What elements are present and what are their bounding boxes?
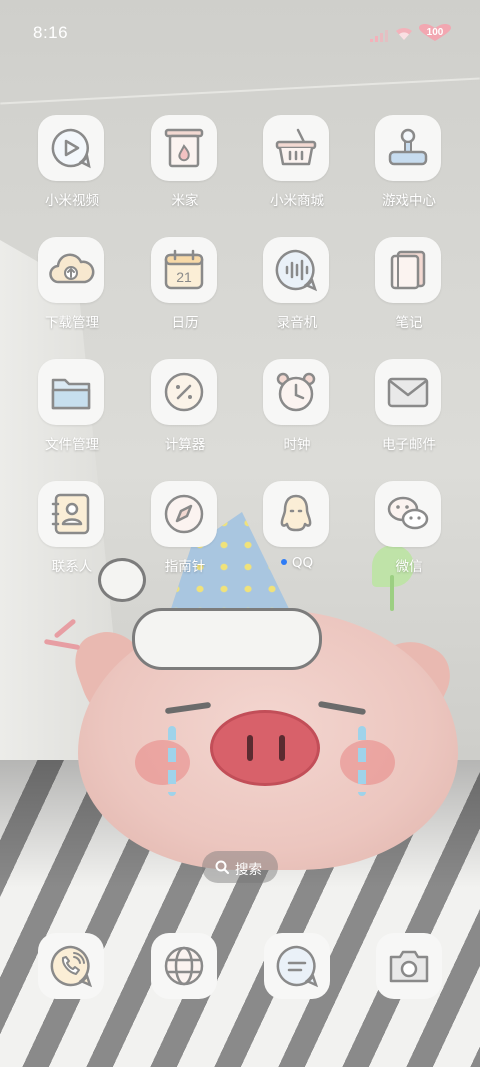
app-icon-box[interactable] [151,481,217,547]
app-icon-box[interactable] [263,115,329,181]
app-icon-box[interactable] [151,359,217,425]
app-label: 文件管理 [45,437,99,453]
dock-icon-box[interactable] [151,933,217,999]
app-qq[interactable]: QQ [242,481,352,591]
pig-snout [210,710,320,786]
app-label: QQ [291,555,314,571]
app-icon-box[interactable] [38,115,104,181]
app-label: 联系人 [51,559,93,575]
status-bar: 8:16 100 [0,0,480,66]
app-label: 时钟 [283,437,311,453]
app-download-manager[interactable]: 下载管理 [17,237,127,347]
app-icon-box[interactable] [263,237,329,303]
app-label-with-dot: QQ [242,555,352,571]
app-contacts[interactable]: 联系人 [17,481,127,591]
voice-recorder-icon [275,249,318,292]
calendar-day: 21 [176,269,192,285]
app-compass[interactable]: 指南针 [130,481,240,591]
qq-penguin-icon [280,494,312,532]
app-icon-box[interactable] [375,481,441,547]
app-label: 小米商城 [270,193,324,209]
folder-icon [51,378,91,410]
app-label: 游戏中心 [382,193,436,209]
shopping-basket-icon [275,128,317,166]
app-icon-box[interactable] [263,359,329,425]
fireplace-home-icon [164,128,204,168]
browser-globe-icon [164,946,204,986]
app-email[interactable]: 电子邮件 [354,359,464,469]
pig-right-tear [358,726,366,796]
battery-icon: 100 [418,24,452,42]
alarm-clock-icon [276,372,316,412]
pig-right-cheek [340,740,395,785]
app-label: 小米视频 [45,193,99,209]
app-label: 计算器 [164,437,206,453]
app-xiaomi-store[interactable]: 小米商城 [242,115,352,225]
update-dot [280,559,287,565]
app-icon-box[interactable] [38,359,104,425]
app-icon-box[interactable] [38,481,104,547]
sleep-hat-brim [132,608,322,670]
app-label: 录音机 [276,315,318,331]
cloud-upload-icon [49,253,95,284]
battery-level: 100 [426,27,444,38]
app-mijia[interactable]: 米家 [130,115,240,225]
app-icon-box[interactable] [263,481,329,547]
messages-icon [276,945,319,988]
status-time: 8:16 [33,23,69,42]
camera-icon [389,950,429,983]
app-wechat[interactable]: 微信 [354,481,464,591]
pig-left-tear [168,726,176,796]
app-clock[interactable]: 时钟 [242,359,352,469]
calculator-icon [164,372,204,412]
app-icon-box[interactable] [151,115,217,181]
dock-phone[interactable] [38,933,104,999]
dock-icon-box[interactable] [38,933,104,999]
dock-camera[interactable] [376,933,442,999]
dock-icon-box[interactable] [264,933,330,999]
app-icon-box[interactable]: 21 [151,237,217,303]
app-xiaomi-video[interactable]: 小米视频 [17,115,127,225]
app-icon-box[interactable] [375,115,441,181]
search-icon [215,860,229,874]
doodle-lines [43,612,84,652]
app-notes[interactable]: 笔记 [354,237,464,347]
phone-icon [50,945,93,988]
joystick-icon [388,128,428,166]
video-play-icon [51,128,91,169]
app-label: 下载管理 [45,315,99,331]
app-label: 电子邮件 [382,437,436,453]
app-calendar[interactable]: 21 日历 [130,237,240,347]
dock-icon-box[interactable] [376,933,442,999]
pig-left-cheek [135,740,190,785]
app-recorder[interactable]: 录音机 [242,237,352,347]
search-label: 搜索 [235,862,262,878]
dock-browser[interactable] [151,933,217,999]
wifi-icon [396,27,412,40]
app-calculator[interactable]: 计算器 [130,359,240,469]
app-label: 笔记 [395,315,423,331]
app-label: 日历 [171,315,199,331]
calendar-icon: 21 [164,249,204,290]
app-label: 米家 [171,193,199,209]
notebook-icon [390,250,426,290]
app-icon-box[interactable] [375,237,441,303]
envelope-icon [387,377,429,408]
dock-messages[interactable] [264,933,330,999]
app-game-center[interactable]: 游戏中心 [354,115,464,225]
compass-icon [164,494,204,534]
search-button[interactable]: 搜索 [202,851,278,883]
app-file-manager[interactable]: 文件管理 [17,359,127,469]
contact-card-icon [51,493,90,535]
app-icon-box[interactable] [38,237,104,303]
wechat-bubbles-icon [387,496,429,530]
app-icon-box[interactable] [375,359,441,425]
app-label: 微信 [395,559,423,575]
cellular-signal-icon [370,30,388,42]
app-label: 指南针 [164,559,206,575]
